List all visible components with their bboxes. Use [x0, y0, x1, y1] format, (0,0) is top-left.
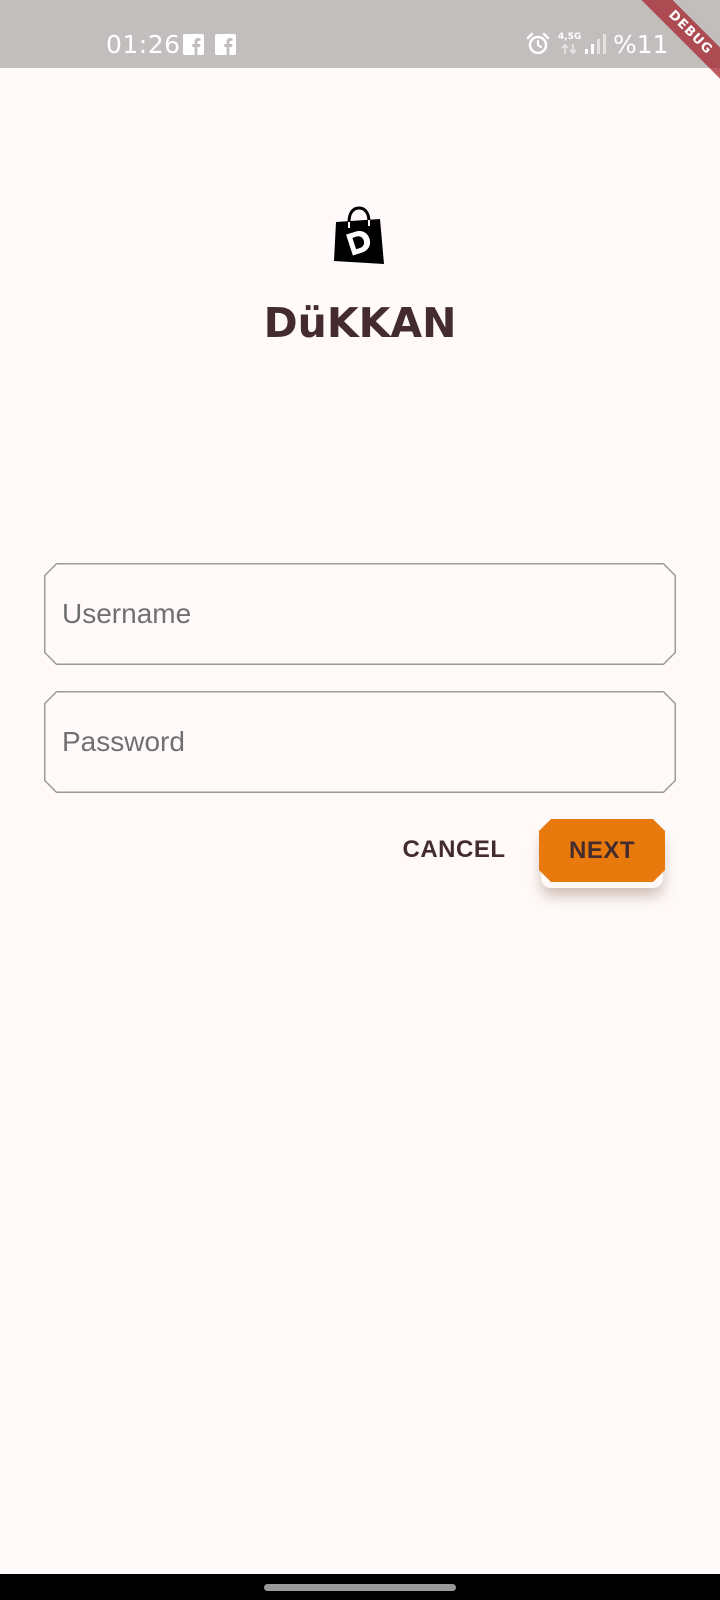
password-input[interactable] [62, 717, 652, 767]
facebook-icon [183, 34, 204, 55]
username-field[interactable] [44, 563, 676, 665]
app-title: DüKKAN [263, 299, 457, 347]
status-time: 01:26 [106, 30, 181, 59]
facebook-icon [215, 34, 236, 55]
signal-icon [585, 34, 606, 54]
home-gesture-handle[interactable] [264, 1584, 456, 1591]
username-input[interactable] [62, 589, 652, 639]
alarm-icon [526, 32, 550, 55]
network-arrows-icon [561, 43, 577, 55]
battery-percentage: %11 [613, 30, 669, 59]
password-field[interactable] [44, 691, 676, 793]
shopping-bag-icon [334, 206, 384, 264]
cancel-button[interactable]: CANCEL [386, 820, 522, 880]
next-button[interactable]: NEXT [539, 819, 665, 882]
status-bar: 01:26 4,5G %11 [0, 0, 720, 68]
navigation-bar [0, 1574, 720, 1600]
network-type-label: 4,5G [558, 32, 582, 42]
